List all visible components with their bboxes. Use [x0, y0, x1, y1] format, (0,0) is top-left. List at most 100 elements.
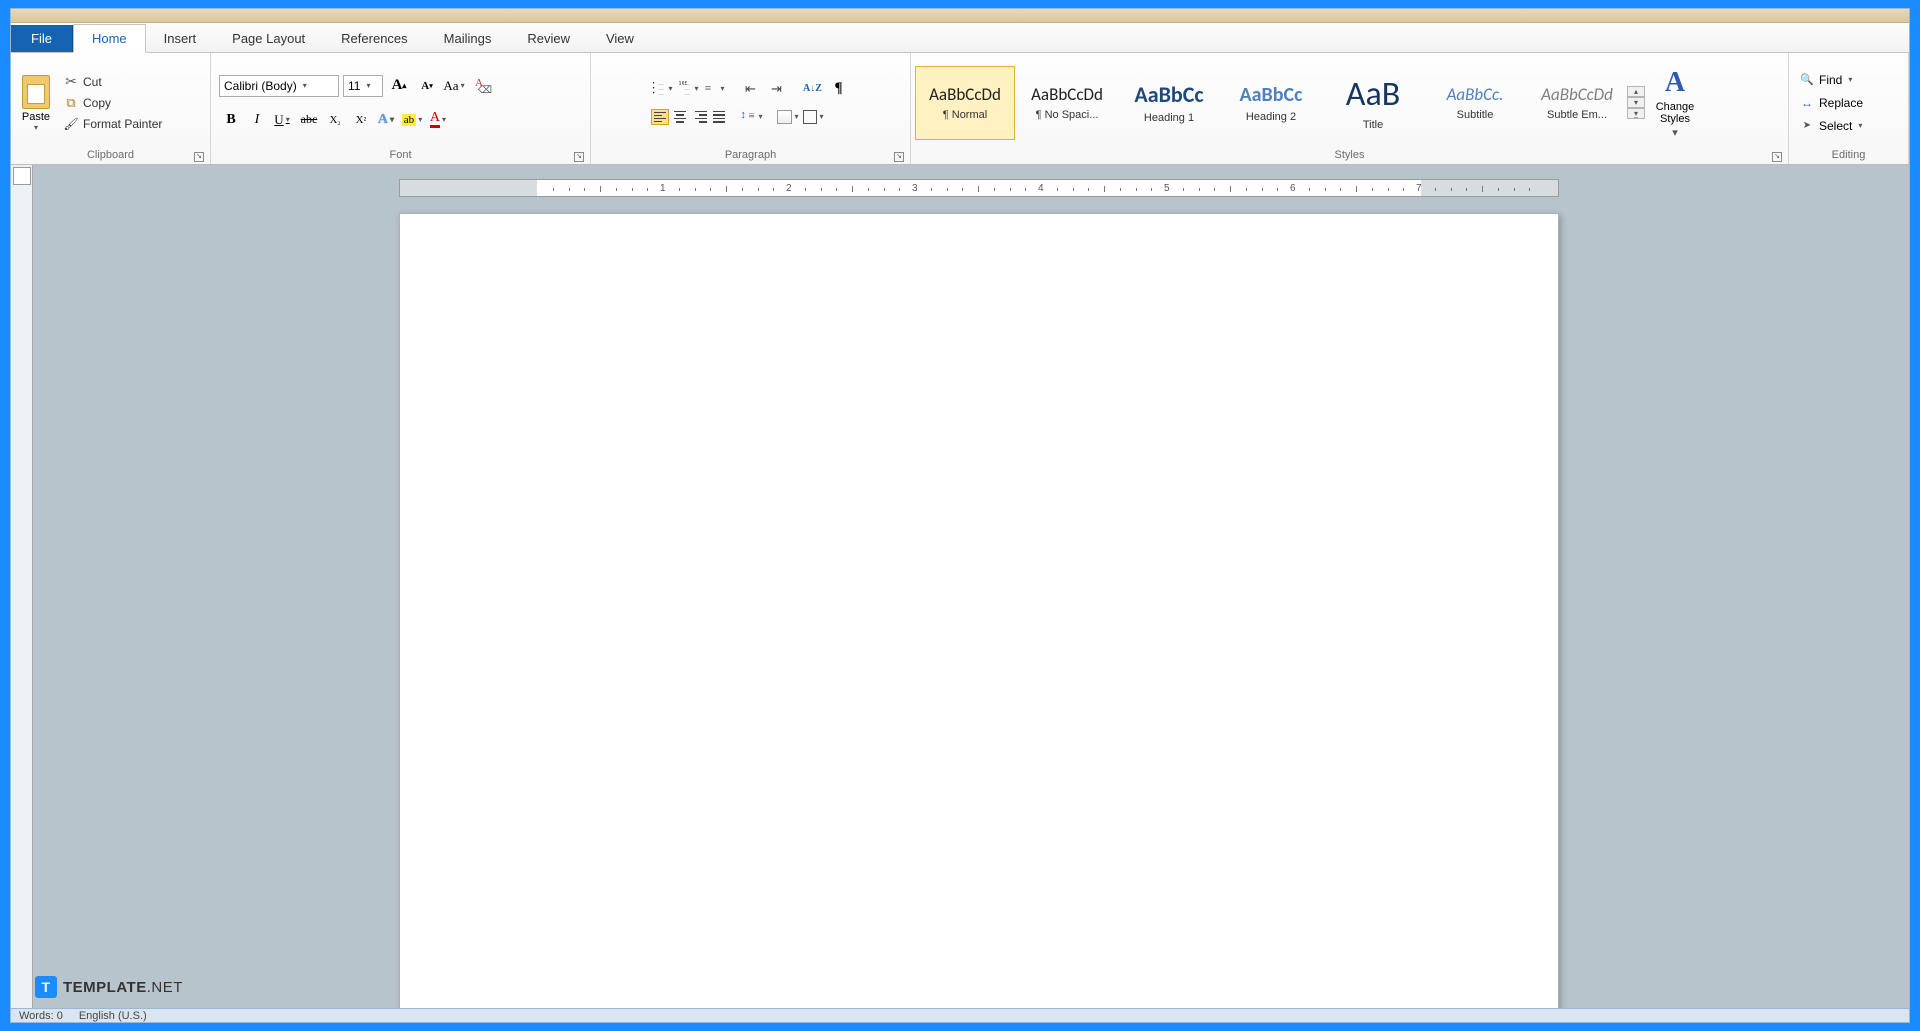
tab-file[interactable]: File	[11, 25, 73, 52]
strikethrough-button[interactable]: abc	[297, 109, 321, 131]
style-item-6[interactable]: AaBbCcDdSubtle Em...	[1527, 66, 1627, 140]
ruler-number: 2	[786, 183, 792, 194]
select-icon	[1799, 118, 1815, 134]
change-case-button[interactable]: Aa▾	[443, 75, 467, 97]
paste-dropdown[interactable]: ▾	[17, 123, 55, 131]
grow-font-button[interactable]: A▴	[387, 75, 411, 97]
styles-gallery: AaBbCcDd¶ NormalAaBbCcDd¶ No Spaci...AaB…	[915, 66, 1627, 140]
horizontal-ruler[interactable]: 1234567	[399, 179, 1559, 197]
ruler-ticks: 1234567	[400, 180, 1558, 196]
tab-page-layout[interactable]: Page Layout	[214, 25, 323, 52]
change-styles-icon: A	[1665, 67, 1685, 99]
subscript-button[interactable]: X	[323, 109, 347, 131]
superscript-button[interactable]: X	[349, 109, 373, 131]
highlight-button[interactable]: ab▾	[401, 109, 425, 131]
font-size-combo[interactable]: 11▾	[343, 75, 383, 97]
replace-button[interactable]: Replace	[1797, 93, 1866, 113]
styles-scroll-up[interactable]: ▴	[1627, 86, 1645, 97]
find-button[interactable]: Find ▾	[1797, 70, 1866, 90]
find-icon	[1799, 72, 1815, 88]
group-clipboard: Paste ▾ Cut Copy Format Painter	[11, 53, 211, 164]
font-name-value: Calibri (Body)	[224, 79, 297, 93]
document-page[interactable]	[399, 213, 1559, 1008]
align-right-button[interactable]	[691, 109, 709, 125]
styles-scrollbar: ▴ ▾ ▾̲	[1627, 86, 1645, 119]
style-item-5[interactable]: AaBbCc.Subtitle	[1425, 66, 1525, 140]
clipboard-launcher[interactable]: ↘	[194, 152, 204, 162]
multilevel-list-button[interactable]: ▾	[703, 78, 727, 100]
ruler-number: 7	[1416, 183, 1422, 194]
word-window: File Home Insert Page Layout References …	[10, 8, 1910, 1023]
paste-button[interactable]: Paste ▾	[15, 73, 57, 133]
shrink-font-button[interactable]: A▾	[415, 75, 439, 97]
show-hide-marks-button[interactable]: ¶	[827, 78, 851, 100]
format-painter-label: Format Painter	[83, 117, 162, 131]
group-editing: Find ▾ Replace Select ▾ Editing	[1789, 53, 1909, 164]
justify-button[interactable]	[711, 109, 729, 125]
scissors-icon	[63, 74, 79, 90]
shading-button[interactable]: ▾	[777, 106, 801, 128]
format-painter-button[interactable]: Format Painter	[61, 115, 164, 133]
numbering-button[interactable]: ▾	[677, 78, 701, 100]
styles-expand[interactable]: ▾̲	[1627, 108, 1645, 119]
font-color-button[interactable]: A▾	[427, 109, 451, 131]
select-button[interactable]: Select ▾	[1797, 116, 1866, 136]
clear-formatting-button[interactable]	[471, 75, 493, 97]
align-center-button[interactable]	[671, 109, 689, 125]
status-words[interactable]: Words: 0	[19, 1010, 63, 1022]
tab-view[interactable]: View	[588, 25, 652, 52]
vertical-ruler	[11, 165, 33, 1008]
brush-icon	[63, 116, 79, 132]
tab-review[interactable]: Review	[509, 25, 588, 52]
increase-indent-button[interactable]: ⇥	[765, 78, 789, 100]
sort-button[interactable]: A↓Z	[801, 78, 825, 100]
style-item-3[interactable]: AaBbCcHeading 2	[1221, 66, 1321, 140]
ruler-number: 1	[660, 183, 666, 194]
styles-scroll-down[interactable]: ▾	[1627, 97, 1645, 108]
decrease-indent-button[interactable]: ⇤	[739, 78, 763, 100]
template-net-watermark: T TEMPLATE.NET	[35, 976, 183, 998]
style-item-4[interactable]: AaBTitle	[1323, 66, 1423, 140]
borders-button[interactable]: ▾	[803, 106, 827, 128]
style-item-1[interactable]: AaBbCcDd¶ No Spaci...	[1017, 66, 1117, 140]
tab-mailings[interactable]: Mailings	[426, 25, 510, 52]
status-bar: Words: 0 English (U.S.)	[11, 1008, 1909, 1022]
style-preview: AaBbCcDd	[1031, 84, 1103, 105]
styles-group-label: Styles ↘	[915, 149, 1784, 164]
paragraph-launcher[interactable]: ↘	[894, 152, 904, 162]
find-label: Find	[1819, 73, 1842, 87]
tab-insert[interactable]: Insert	[146, 25, 215, 52]
style-label: Subtitle	[1457, 109, 1494, 121]
change-styles-button[interactable]: A Change Styles ▾	[1645, 67, 1705, 139]
style-item-0[interactable]: AaBbCcDd¶ Normal	[915, 66, 1015, 140]
styles-launcher[interactable]: ↘	[1772, 152, 1782, 162]
paste-icon	[22, 75, 50, 109]
italic-button[interactable]: I	[245, 109, 269, 131]
cut-button[interactable]: Cut	[61, 73, 164, 91]
font-name-combo[interactable]: Calibri (Body)▾	[219, 75, 339, 97]
underline-button[interactable]: U▾	[271, 109, 295, 131]
ribbon-tabs: File Home Insert Page Layout References …	[11, 23, 1909, 53]
align-left-button[interactable]	[651, 109, 669, 125]
ruler-number: 4	[1038, 183, 1044, 194]
font-launcher[interactable]: ↘	[574, 152, 584, 162]
line-spacing-button[interactable]: ▾	[741, 106, 765, 128]
tab-selector[interactable]	[13, 167, 31, 185]
style-preview: AaBbCcDd	[929, 84, 1001, 105]
select-label: Select	[1819, 119, 1852, 133]
copy-button[interactable]: Copy	[61, 94, 164, 112]
style-item-2[interactable]: AaBbCcHeading 1	[1119, 66, 1219, 140]
ruler-number: 3	[912, 183, 918, 194]
bold-button[interactable]: B	[219, 109, 243, 131]
text-effects-button[interactable]: A▾	[375, 109, 399, 131]
tab-references[interactable]: References	[323, 25, 425, 52]
copy-icon	[63, 95, 79, 111]
status-language[interactable]: English (U.S.)	[79, 1010, 147, 1022]
cut-label: Cut	[83, 75, 102, 89]
copy-label: Copy	[83, 96, 111, 110]
bullets-button[interactable]: ▾	[651, 78, 675, 100]
group-font: Calibri (Body)▾ 11▾ A▴ A▾ Aa▾ B I U▾ abc…	[211, 53, 591, 164]
style-preview: AaB	[1346, 74, 1400, 115]
tab-home[interactable]: Home	[73, 24, 146, 53]
replace-icon	[1799, 95, 1815, 111]
